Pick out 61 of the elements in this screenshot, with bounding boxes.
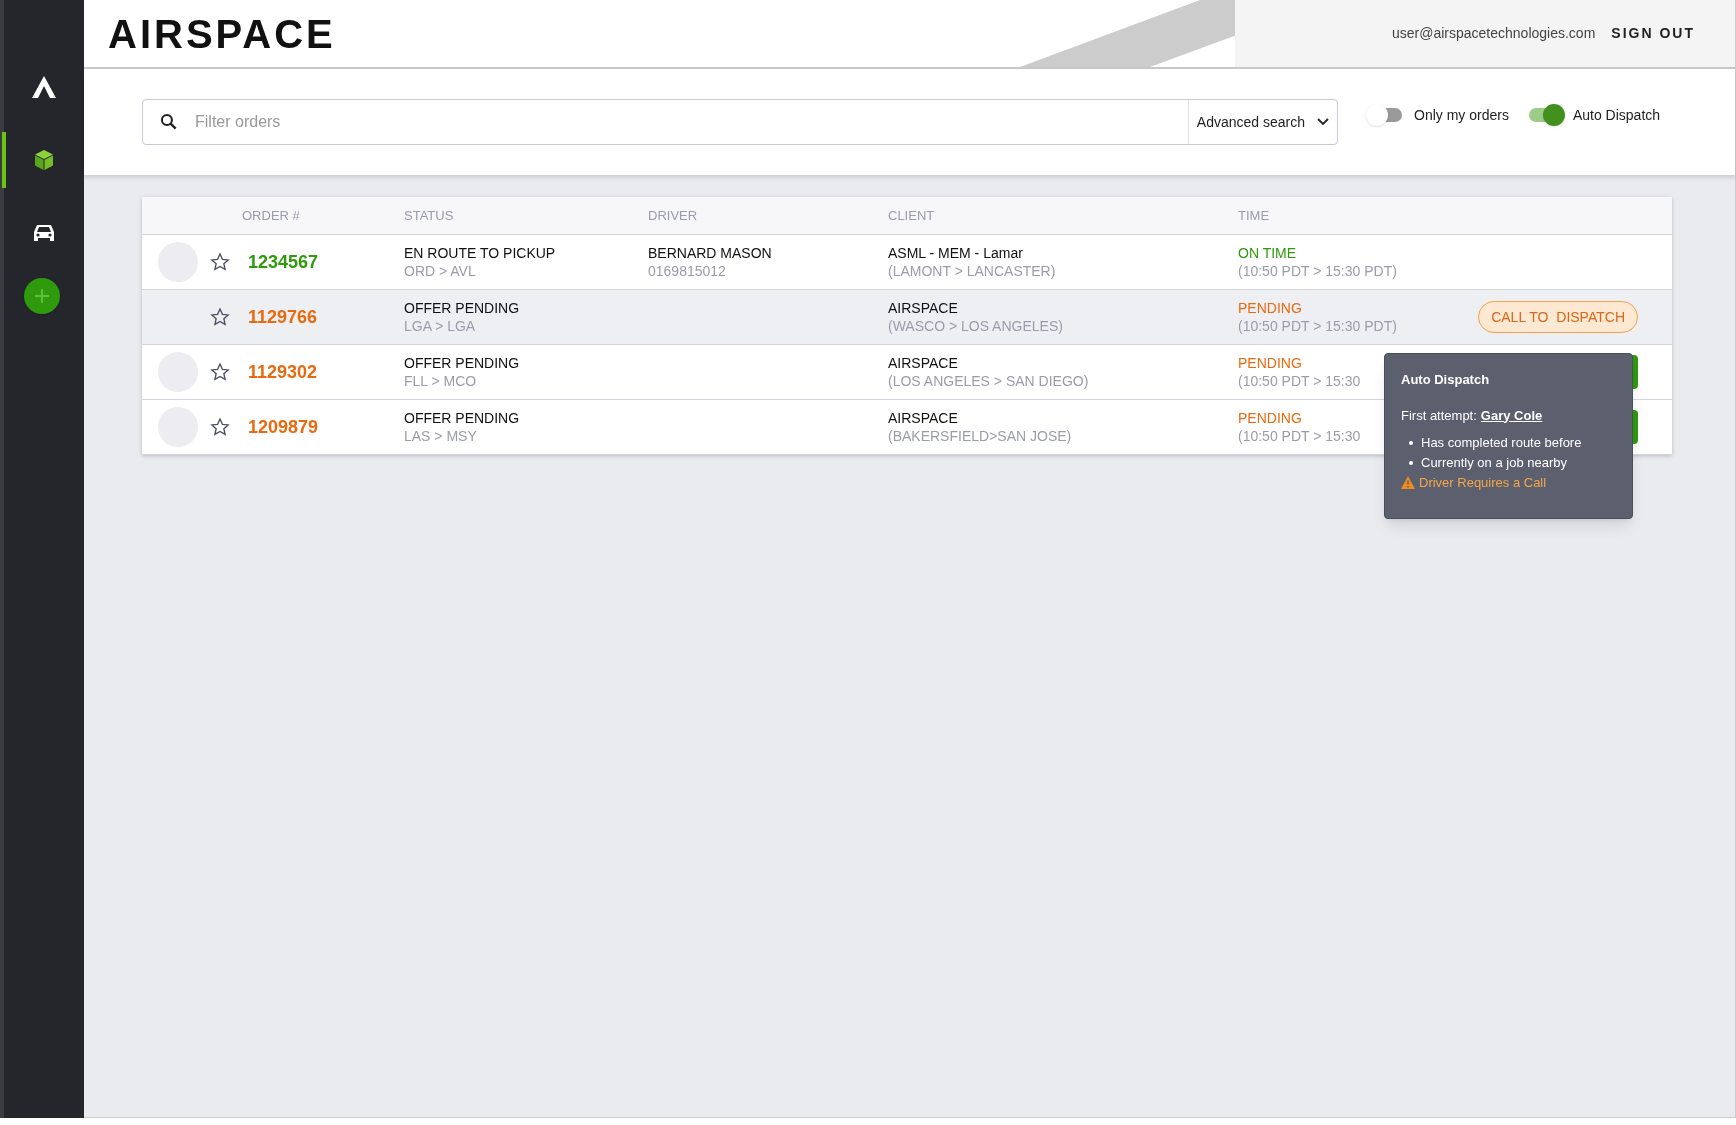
plus-icon xyxy=(34,288,50,304)
time-status: ON TIME xyxy=(1238,244,1297,262)
star-icon[interactable] xyxy=(210,252,230,272)
time-status: PENDING xyxy=(1238,409,1302,427)
warning-icon xyxy=(1401,476,1415,490)
time-range: (10:50 PDT > 15:30 xyxy=(1238,427,1361,445)
time-range: (10:50 PDT > 15:30 xyxy=(1238,372,1361,390)
user-email: user@airspacetechnologies.com xyxy=(1392,24,1596,43)
client-name: ASML - MEM - Lamar xyxy=(888,244,1023,262)
search-icon xyxy=(159,112,179,132)
time-status: PENDING xyxy=(1238,354,1302,372)
column-header: DRIVER xyxy=(648,207,698,223)
tooltip-title: Auto Dispatch xyxy=(1401,371,1491,389)
sign-out-link[interactable]: SIGN OUT xyxy=(1611,23,1695,44)
status-text: OFFER PENDING xyxy=(404,409,520,427)
time-status: PENDING xyxy=(1238,299,1302,317)
order-number[interactable]: 1234567 xyxy=(248,251,319,272)
car-icon xyxy=(32,222,56,244)
driver-name: BERNARD MASON xyxy=(648,244,772,262)
toggle-label: Auto Dispatch xyxy=(1572,105,1661,125)
logo-mark-icon xyxy=(31,75,57,99)
client-name: AIRSPACE xyxy=(888,354,958,372)
status-text: OFFER PENDING xyxy=(404,299,520,317)
status-text: EN ROUTE TO PICKUP xyxy=(404,244,556,262)
logo: AIRSPACE xyxy=(108,10,336,58)
star-icon[interactable] xyxy=(210,307,230,327)
box-icon xyxy=(32,148,56,172)
advanced-search-dropdown[interactable]: Advanced search xyxy=(1187,100,1337,144)
bullet-icon xyxy=(1409,441,1413,445)
add-button[interactable] xyxy=(24,278,60,314)
star-icon[interactable] xyxy=(210,362,230,382)
client-route: (LOS ANGELES > SAN DIEGO) xyxy=(888,372,1089,390)
table-row[interactable]: 1234567 EN ROUTE TO PICKUP ORD > AVL BERNARD MASON 0169815012 ASML - MEM - Lamar (LAMONT > LANCASTER) ON TIME (10:50 PDT > 15:30 PDT) xyxy=(142,235,1672,290)
table-row[interactable]: 1129766 OFFER PENDING LGA > LGA AIRSPACE (WASCO > LOS ANGELES) PENDING (10:50 PDT > 15:30 PDT) CALL TO DISPATCH xyxy=(142,290,1672,345)
status-text: OFFER PENDING xyxy=(404,354,520,372)
time-range: (10:50 PDT > 15:30 PDT) xyxy=(1238,317,1397,335)
client-name: AIRSPACE xyxy=(888,299,958,317)
bullet-icon xyxy=(1409,461,1413,465)
driver-phone: 0169815012 xyxy=(648,262,726,280)
column-header: STATUS xyxy=(404,207,454,223)
driver-link[interactable]: Gary Cole xyxy=(1480,405,1543,425)
time-range: (10:50 PDT > 15:30 PDT) xyxy=(1238,262,1397,280)
route-text: FLL > MCO xyxy=(404,372,477,390)
toggle-label: Only my orders xyxy=(1414,105,1509,125)
filter-field[interactable]: Filter orders Advanced search xyxy=(142,99,1338,145)
client-route: (BAKERSFIELD>SAN JOSE) xyxy=(888,427,1072,445)
reason-text: Currently on a job nearby xyxy=(1421,454,1567,472)
first-attempt-label: First attempt: xyxy=(1401,406,1477,425)
route-text: LAS > MSY xyxy=(404,427,477,445)
column-header: ORDER # xyxy=(242,207,300,223)
warning-text: Driver Requires a Call xyxy=(1419,474,1547,492)
client-route: (LAMONT > LANCASTER) xyxy=(888,262,1056,280)
star-icon[interactable] xyxy=(210,417,230,437)
route-text: LGA > LGA xyxy=(404,317,476,335)
client-name: AIRSPACE xyxy=(888,409,958,427)
column-header: CLIENT xyxy=(888,207,935,223)
client-route: (WASCO > LOS ANGELES) xyxy=(888,317,1063,335)
chevron-down-icon xyxy=(1317,118,1329,126)
column-header: TIME xyxy=(1238,207,1270,223)
reason-text: Has completed route before xyxy=(1421,434,1582,452)
route-text: ORD > AVL xyxy=(404,262,476,280)
